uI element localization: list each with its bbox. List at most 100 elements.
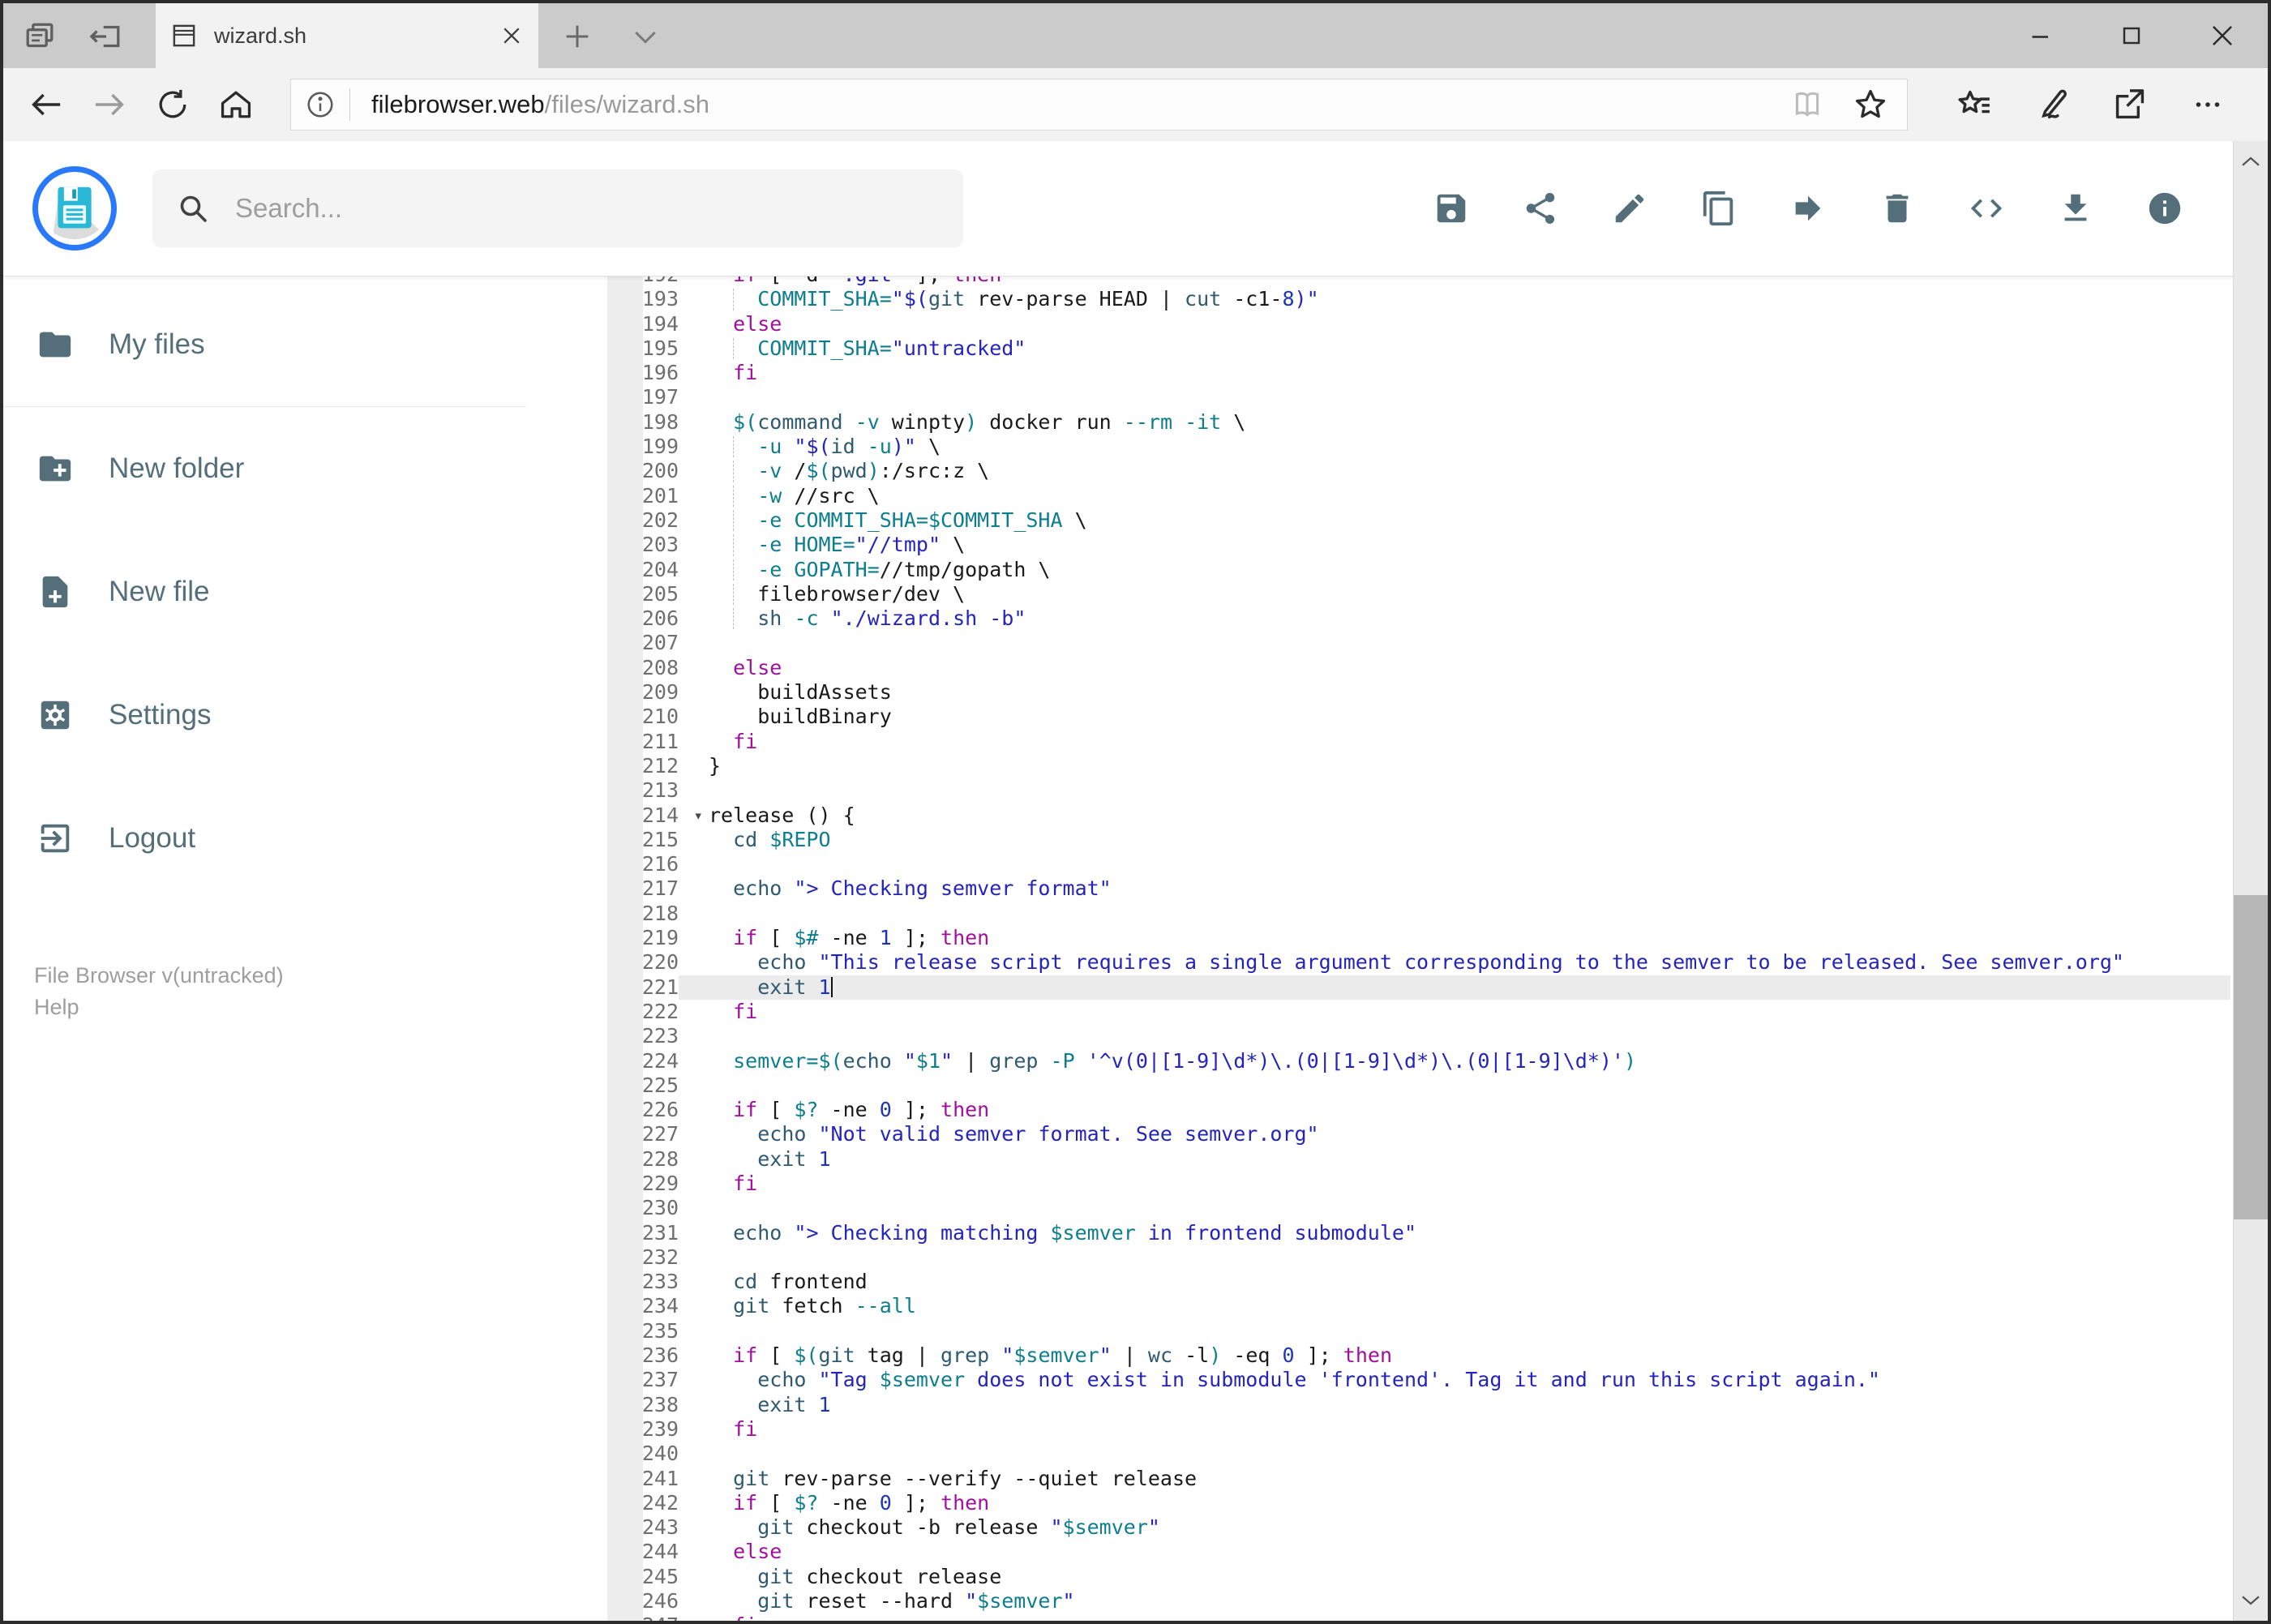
- back-button[interactable]: [15, 76, 78, 133]
- code-text[interactable]: exit 1: [679, 1393, 2230, 1417]
- code-line[interactable]: 233 cd frontend: [607, 1270, 2230, 1294]
- tab-close-icon[interactable]: [499, 24, 524, 48]
- code-line[interactable]: 206 sh -c "./wizard.sh -b": [607, 606, 2230, 631]
- code-line[interactable]: 218: [607, 902, 2230, 926]
- code-line[interactable]: 245 git checkout release: [607, 1565, 2230, 1589]
- filebrowser-logo[interactable]: [32, 166, 117, 251]
- code-text[interactable]: echo "> Checking semver format": [679, 876, 2230, 901]
- code-line[interactable]: 230: [607, 1196, 2230, 1220]
- move-button[interactable]: [1789, 190, 1827, 227]
- code-line[interactable]: 197: [607, 385, 2230, 409]
- code-line[interactable]: 236 if [ $(git tag | grep "$semver" | wc…: [607, 1343, 2230, 1368]
- code-text[interactable]: semver=$(echo "$1" | grep -P '^v(0|[1-9]…: [679, 1049, 2230, 1073]
- code-line[interactable]: 241 git rev-parse --verify --quiet relea…: [607, 1467, 2230, 1491]
- code-line[interactable]: 196 fi: [607, 361, 2230, 385]
- refresh-button[interactable]: [141, 76, 204, 133]
- code-line[interactable]: 229 fi: [607, 1172, 2230, 1196]
- code-text[interactable]: echo "Tag $semver does not exist in subm…: [679, 1368, 2230, 1392]
- code-line[interactable]: 225: [607, 1073, 2230, 1098]
- code-text[interactable]: fi: [679, 361, 2230, 385]
- code-text[interactable]: -e COMMIT_SHA=$COMMIT_SHA \: [679, 508, 2230, 533]
- code-text[interactable]: echo "This release script requires a sin…: [679, 950, 2230, 975]
- code-text[interactable]: [679, 1245, 2230, 1270]
- code-line[interactable]: 205 filebrowser/dev \: [607, 582, 2230, 606]
- code-line[interactable]: 210 buildBinary: [607, 705, 2230, 729]
- code-text[interactable]: [679, 631, 2230, 655]
- search-box[interactable]: [152, 169, 963, 247]
- code-line[interactable]: 211 fi: [607, 730, 2230, 754]
- page-scrollbar[interactable]: [2233, 141, 2268, 1621]
- code-button[interactable]: [1968, 190, 2005, 227]
- code-text[interactable]: git fetch --all: [679, 1294, 2230, 1318]
- favorite-star-button[interactable]: [1839, 80, 1902, 129]
- code-text[interactable]: -e HOME="//tmp" \: [679, 533, 2230, 557]
- more-menu-button[interactable]: [2169, 76, 2247, 133]
- code-text[interactable]: -e GOPATH=//tmp/gopath \: [679, 558, 2230, 582]
- code-line[interactable]: 203 -e HOME="//tmp" \: [607, 533, 2230, 557]
- code-text[interactable]: -w //src \: [679, 484, 2230, 508]
- code-line[interactable]: 243 git checkout -b release "$semver": [607, 1515, 2230, 1540]
- code-text[interactable]: buildAssets: [679, 680, 2230, 705]
- reading-view-button[interactable]: [1776, 80, 1839, 129]
- code-line[interactable]: 227 echo "Not valid semver format. See s…: [607, 1122, 2230, 1146]
- tab-list-chevron-button[interactable]: [619, 11, 671, 62]
- code-line[interactable]: 244 else: [607, 1540, 2230, 1564]
- code-text[interactable]: [679, 852, 2230, 876]
- code-text[interactable]: [679, 1196, 2230, 1220]
- forward-button[interactable]: [78, 76, 141, 133]
- code-text[interactable]: $(command -v winpty) docker run --rm -it…: [679, 410, 2230, 435]
- code-line[interactable]: 207: [607, 631, 2230, 655]
- code-line[interactable]: 219 if [ $# -ne 1 ]; then: [607, 926, 2230, 950]
- code-text[interactable]: }: [679, 754, 2230, 778]
- code-line[interactable]: 237 echo "Tag $semver does not exist in …: [607, 1368, 2230, 1392]
- code-line[interactable]: 220 echo "This release script requires a…: [607, 950, 2230, 975]
- code-text[interactable]: fi: [679, 1417, 2230, 1442]
- sidebar-item-new-file[interactable]: New file: [32, 568, 607, 616]
- code-text[interactable]: -v /$(pwd):/src:z \: [679, 459, 2230, 483]
- code-text[interactable]: if [ -d ".git" ]; then: [679, 276, 2230, 287]
- code-line[interactable]: 221 exit 1: [607, 975, 2230, 1000]
- code-text[interactable]: [679, 385, 2230, 409]
- scrollbar-thumb[interactable]: [2234, 895, 2268, 1219]
- code-line[interactable]: 193 COMMIT_SHA="$(git rev-parse HEAD | c…: [607, 287, 2230, 311]
- code-line[interactable]: 232: [607, 1245, 2230, 1270]
- code-text[interactable]: git reset --hard "$semver": [679, 1589, 2230, 1613]
- code-line[interactable]: 217 echo "> Checking semver format": [607, 876, 2230, 901]
- code-line[interactable]: 194 else: [607, 312, 2230, 336]
- code-text[interactable]: git checkout -b release "$semver": [679, 1515, 2230, 1540]
- code-line[interactable]: 200 -v /$(pwd):/src:z \: [607, 459, 2230, 483]
- code-text[interactable]: if [ $# -ne 1 ]; then: [679, 926, 2230, 950]
- scroll-up-arrow[interactable]: [2234, 146, 2268, 178]
- set-tabs-aside-button[interactable]: [81, 11, 131, 62]
- code-text[interactable]: else: [679, 1540, 2230, 1564]
- code-text[interactable]: fi: [679, 1000, 2230, 1024]
- code-text[interactable]: [679, 902, 2230, 926]
- edit-button[interactable]: [1611, 190, 1648, 227]
- site-info-icon[interactable]: [291, 89, 349, 120]
- scroll-down-arrow[interactable]: [2234, 1583, 2268, 1616]
- hub-favorites-button[interactable]: [1935, 76, 2013, 133]
- code-text[interactable]: exit 1: [679, 1147, 2230, 1172]
- code-line[interactable]: 202 -e COMMIT_SHA=$COMMIT_SHA \: [607, 508, 2230, 533]
- code-line[interactable]: 234 git fetch --all: [607, 1294, 2230, 1318]
- minimize-button[interactable]: [1995, 3, 2086, 68]
- code-text[interactable]: [679, 1319, 2230, 1343]
- code-line[interactable]: 212}: [607, 754, 2230, 778]
- code-line[interactable]: 240: [607, 1442, 2230, 1466]
- code-line[interactable]: 222 fi: [607, 1000, 2230, 1024]
- code-text[interactable]: else: [679, 656, 2230, 680]
- code-line[interactable]: 223: [607, 1024, 2230, 1048]
- code-text[interactable]: fi: [679, 1613, 2230, 1621]
- delete-button[interactable]: [1879, 190, 1916, 227]
- sidebar-item-new-folder[interactable]: New folder: [32, 444, 607, 493]
- code-text[interactable]: sh -c "./wizard.sh -b": [679, 606, 2230, 631]
- code-line[interactable]: 209 buildAssets: [607, 680, 2230, 705]
- sidebar-item-my-files[interactable]: My files: [32, 320, 607, 369]
- new-tab-button[interactable]: [551, 11, 603, 62]
- code-text[interactable]: if [ $? -ne 0 ]; then: [679, 1098, 2230, 1122]
- code-line[interactable]: 247 fi: [607, 1613, 2230, 1621]
- code-line[interactable]: 208 else: [607, 656, 2230, 680]
- copy-button[interactable]: [1700, 190, 1738, 227]
- code-text[interactable]: if [ $(git tag | grep "$semver" | wc -l)…: [679, 1343, 2230, 1368]
- url-text[interactable]: filebrowser.web/files/wizard.sh: [371, 90, 1776, 119]
